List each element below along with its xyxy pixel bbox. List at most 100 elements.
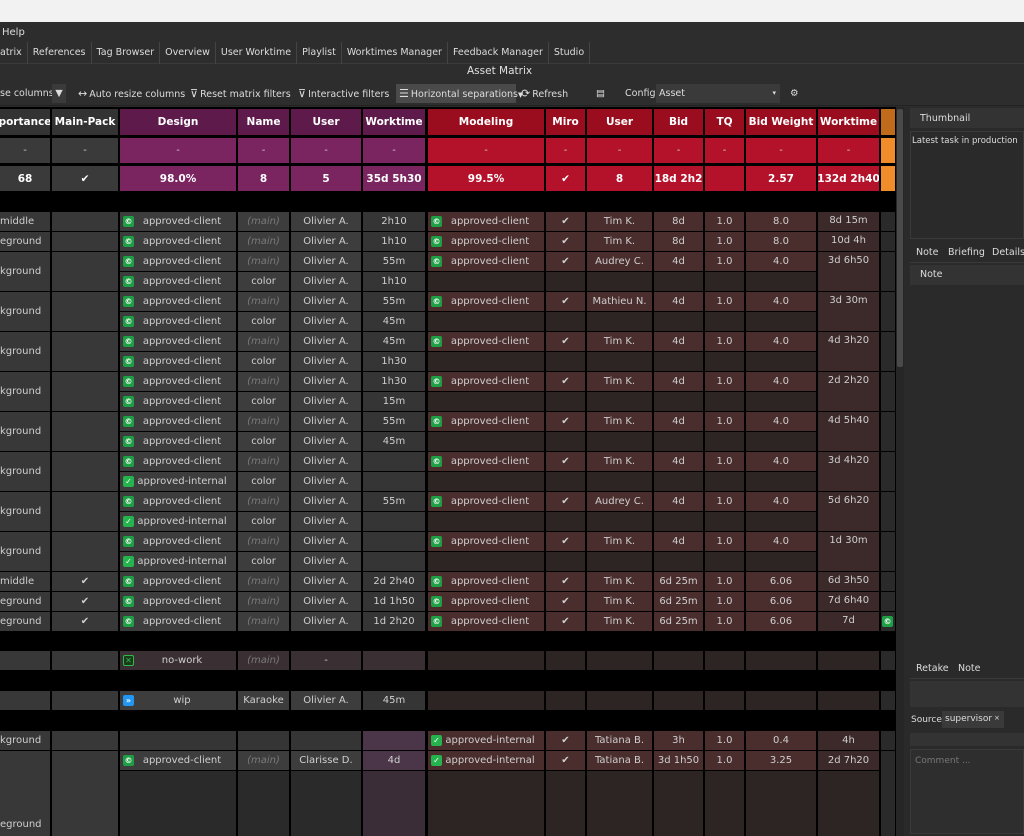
retake-field[interactable] xyxy=(910,681,1024,707)
export-icon[interactable]: ▤ xyxy=(596,84,605,103)
modeling-status[interactable]: © approved-client xyxy=(428,292,544,311)
auto-resize-columns-button[interactable]: ↔ Auto resize columns xyxy=(78,84,185,103)
tab-details[interactable]: Details xyxy=(992,247,1024,258)
header-modeling[interactable]: Modeling xyxy=(428,109,544,135)
vertical-scrollbar[interactable] xyxy=(896,107,904,836)
modeling-user: Tatiana B. xyxy=(587,731,652,750)
tab-note[interactable]: Note xyxy=(916,247,939,258)
design-status[interactable]: © approved-client xyxy=(120,252,236,271)
modeling-status[interactable]: © approved-client xyxy=(428,372,544,391)
modeling-status[interactable]: © approved-client xyxy=(428,412,544,431)
modeling-status[interactable]: ✓ approved-internal xyxy=(428,751,544,770)
modeling-status[interactable]: © approved-client xyxy=(428,532,544,551)
interactive-filters-button[interactable]: ⊽ Interactive filters xyxy=(298,84,389,103)
header-name[interactable]: Name xyxy=(238,109,289,135)
filter-dname[interactable]: - xyxy=(238,138,289,163)
filter-mstat[interactable]: - xyxy=(428,138,544,163)
design-status[interactable]: ✓ approved-internal xyxy=(120,472,236,491)
modeling-status[interactable]: © approved-client xyxy=(428,332,544,351)
collapse-dropdown-icon[interactable]: ▼ xyxy=(52,84,66,103)
design-status[interactable]: © approved-client xyxy=(120,592,236,611)
modeling-status[interactable]: © approved-client xyxy=(428,452,544,471)
design-status[interactable]: © approved-client xyxy=(120,412,236,431)
design-status[interactable]: © approved-client xyxy=(120,532,236,551)
header-modeling-worktime[interactable]: Worktime xyxy=(818,109,879,135)
status-approved-client-icon: © xyxy=(123,276,134,287)
header-miro[interactable]: Miro xyxy=(546,109,585,135)
header-tq[interactable]: TQ xyxy=(705,109,744,135)
header-main-pack[interactable]: Main-Pack xyxy=(52,109,118,135)
design-status[interactable]: © approved-client xyxy=(120,212,236,231)
modeling-status[interactable]: © approved-client xyxy=(428,612,544,631)
header-design-worktime[interactable]: Worktime xyxy=(363,109,425,135)
modeling-status[interactable]: © approved-client xyxy=(428,492,544,511)
filter-imp[interactable]: - xyxy=(0,138,50,163)
design-status[interactable]: ✕ no-work xyxy=(120,651,236,670)
source-select[interactable]: supervisor × xyxy=(942,711,1004,728)
config-select[interactable]: Asset ▾ xyxy=(656,84,780,103)
tab-user-worktime[interactable]: User Worktime xyxy=(216,41,298,64)
design-status[interactable]: © approved-client xyxy=(120,452,236,471)
tab-playlist[interactable]: Playlist xyxy=(297,41,342,64)
modeling-status[interactable]: ✓ approved-internal xyxy=(428,731,544,750)
design-status[interactable]: ✓ approved-internal xyxy=(120,512,236,531)
config-settings-icon[interactable]: ⚙ xyxy=(790,84,799,103)
design-status[interactable]: © approved-client xyxy=(120,612,236,631)
header-design[interactable]: Design xyxy=(120,109,236,135)
design-status[interactable]: © approved-client xyxy=(120,372,236,391)
collapse-columns-button[interactable]: se columns xyxy=(0,84,54,103)
horizontal-separations-button[interactable]: ☰ Horizontal separations▼ xyxy=(396,84,523,103)
tab-briefing[interactable]: Briefing xyxy=(948,247,985,258)
modeling-status[interactable]: © approved-client xyxy=(428,572,544,591)
row-extra xyxy=(881,212,895,231)
menu-help[interactable]: Help xyxy=(0,27,27,38)
modeling-worktime: 6d 3h50 xyxy=(818,572,879,591)
design-status[interactable]: ✓ approved-internal xyxy=(120,552,236,571)
design-status[interactable]: © approved-client xyxy=(120,572,236,591)
modeling-status[interactable]: © approved-client xyxy=(428,252,544,271)
design-status[interactable]: © approved-client xyxy=(120,751,236,770)
filter-miro[interactable]: - xyxy=(546,138,585,163)
design-status[interactable]: © approved-client xyxy=(120,392,236,411)
header-importance[interactable]: portance xyxy=(0,109,50,135)
header-bid[interactable]: Bid xyxy=(654,109,703,135)
tab-overview[interactable]: Overview xyxy=(160,41,216,64)
tab-retake[interactable]: Retake xyxy=(916,663,949,674)
filter-dstat[interactable]: - xyxy=(120,138,236,163)
filter-bid[interactable]: - xyxy=(654,138,703,163)
header-bid-weight[interactable]: Bid Weight xyxy=(746,109,816,135)
tab-worktimes-manager[interactable]: Worktimes Manager xyxy=(342,41,448,64)
tab-studio[interactable]: Studio xyxy=(549,41,591,64)
design-status[interactable]: » wip xyxy=(120,691,236,710)
design-status[interactable]: © approved-client xyxy=(120,292,236,311)
design-status[interactable]: © approved-client xyxy=(120,492,236,511)
modeling-status[interactable]: © approved-client xyxy=(428,232,544,251)
tab-references[interactable]: References xyxy=(28,41,92,64)
design-status[interactable]: © approved-client xyxy=(120,312,236,331)
filter-tq[interactable]: - xyxy=(705,138,744,163)
modeling-status[interactable]: © approved-client xyxy=(428,212,544,231)
design-status[interactable]: © approved-client xyxy=(120,332,236,351)
tab-tag-browser[interactable]: Tag Browser xyxy=(92,41,161,64)
filter-mp[interactable]: - xyxy=(52,138,118,163)
filter-bw[interactable]: - xyxy=(746,138,816,163)
design-worktime xyxy=(363,452,425,471)
design-status[interactable]: © approved-client xyxy=(120,272,236,291)
reset-filters-button[interactable]: ⊽ Reset matrix filters xyxy=(190,84,291,103)
design-status[interactable]: © approved-client xyxy=(120,432,236,451)
refresh-button[interactable]: ⟳ Refresh xyxy=(521,84,568,103)
tab-atrix[interactable]: atrix xyxy=(0,41,28,64)
design-status[interactable]: © approved-client xyxy=(120,352,236,371)
modeling-status[interactable]: © approved-client xyxy=(428,592,544,611)
filter-mwork[interactable]: - xyxy=(818,138,879,163)
tab-feedback-manager[interactable]: Feedback Manager xyxy=(448,41,549,64)
filter-dwork[interactable]: - xyxy=(363,138,425,163)
header-modeling-user[interactable]: User xyxy=(587,109,652,135)
comment-input[interactable]: Comment ... xyxy=(910,749,1024,834)
tab-note-2[interactable]: Note xyxy=(958,663,981,674)
row-importance: kground xyxy=(0,332,50,371)
filter-duser[interactable]: - xyxy=(291,138,361,163)
header-design-user[interactable]: User xyxy=(291,109,361,135)
design-status[interactable]: © approved-client xyxy=(120,232,236,251)
filter-muser[interactable]: - xyxy=(587,138,652,163)
